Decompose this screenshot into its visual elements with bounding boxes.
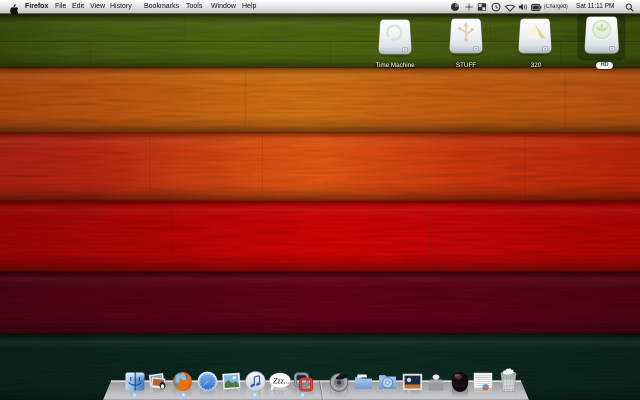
svg-text:Zzz...: Zzz...	[273, 377, 290, 386]
